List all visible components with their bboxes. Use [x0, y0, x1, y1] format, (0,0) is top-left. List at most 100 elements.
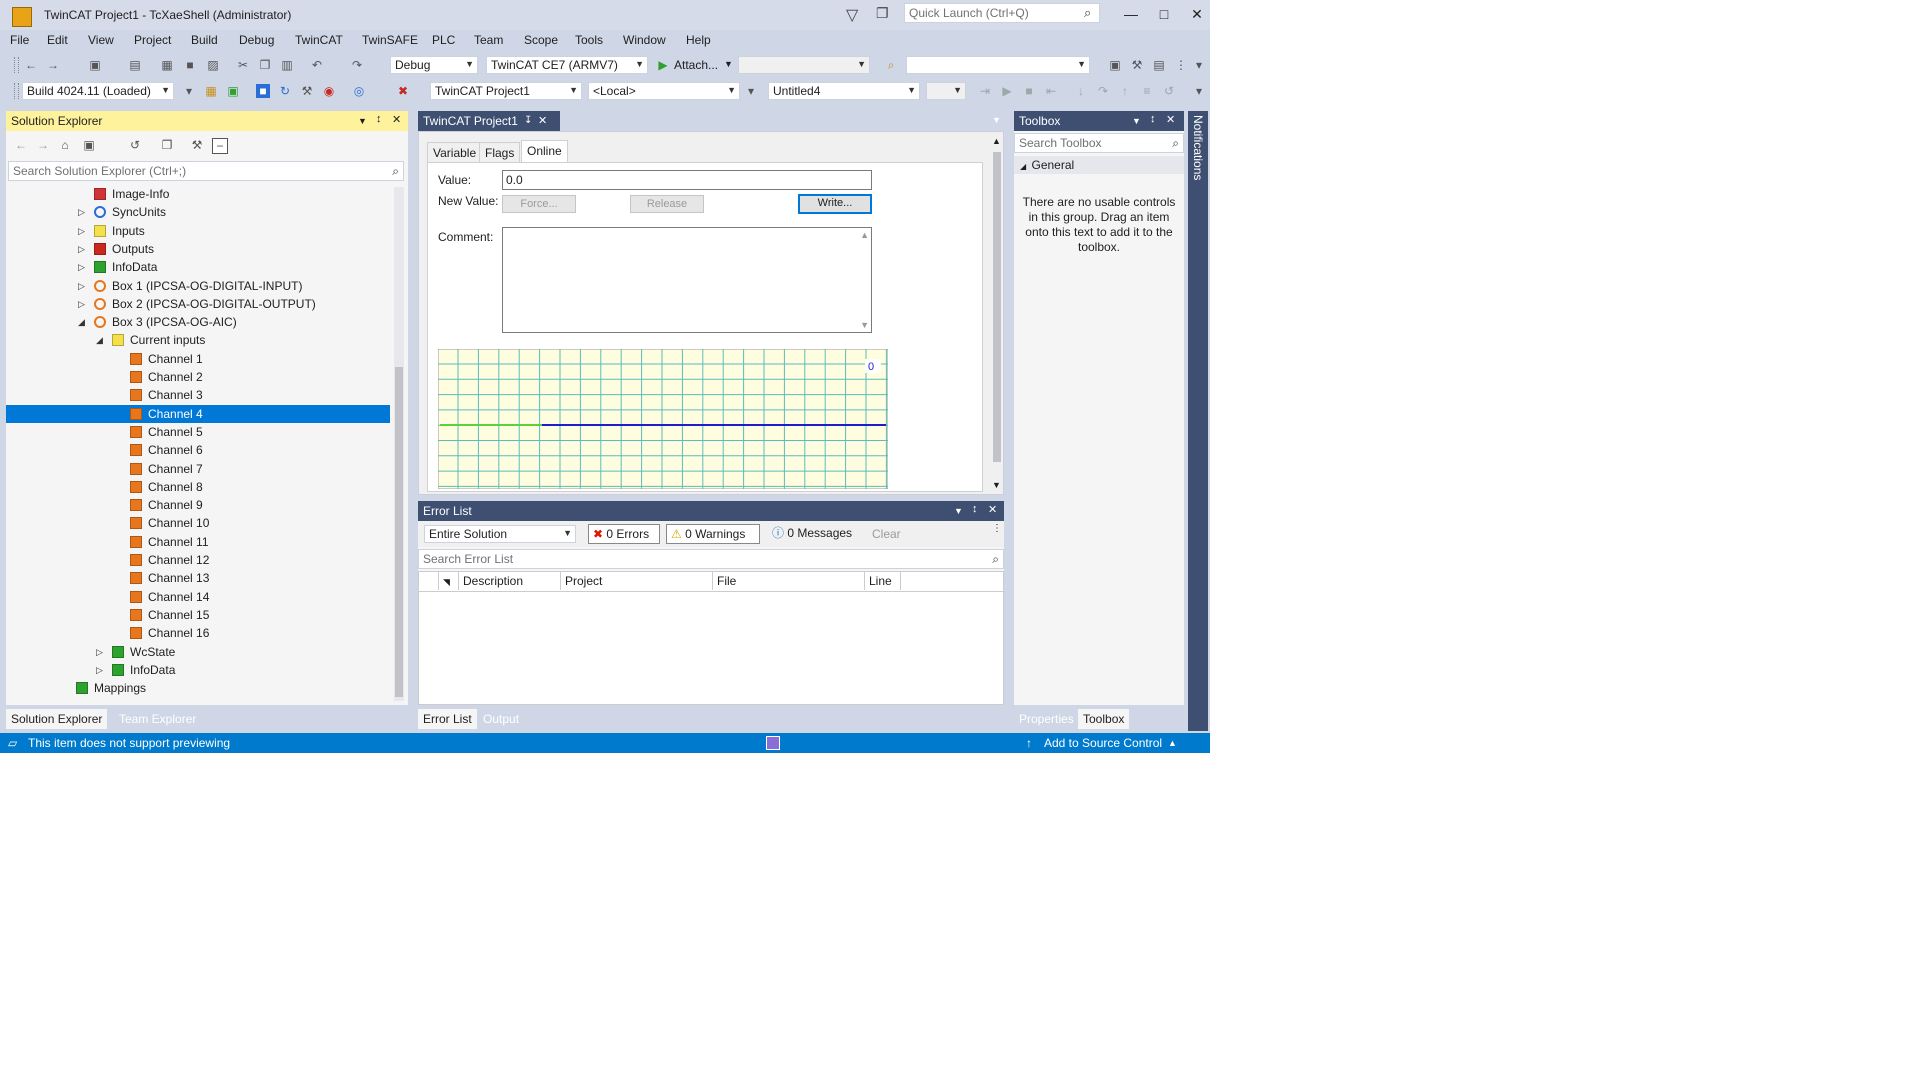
tree-item[interactable]: Channel 6	[6, 441, 390, 459]
chevron-down-icon[interactable]: ▼	[954, 506, 963, 516]
undo-icon[interactable]: ↶	[310, 58, 324, 72]
menu-plc[interactable]: PLC	[432, 33, 455, 47]
scan-icon[interactable]: ⚒	[300, 84, 314, 98]
errors-filter-button[interactable]: ✖ 0 Errors	[588, 524, 660, 544]
scrollbar-thumb[interactable]	[993, 152, 1001, 462]
column-sort[interactable]: ◥	[439, 572, 459, 590]
pin-icon[interactable]: ↕	[376, 113, 382, 125]
solution-explorer-icon[interactable]: ▣	[1108, 58, 1122, 72]
expander-icon[interactable]: ▷	[78, 240, 85, 258]
properties-icon[interactable]: ⚒	[1130, 58, 1144, 72]
toolbar-grip[interactable]	[14, 57, 19, 73]
tree-item[interactable]: Channel 13	[6, 569, 390, 587]
scrollbar-thumb[interactable]	[395, 367, 403, 697]
tree-item[interactable]: ▷ Inputs	[6, 222, 390, 240]
close-icon[interactable]: ✕	[538, 111, 547, 131]
expander-icon[interactable]: ▷	[78, 258, 85, 276]
overflow-icon[interactable]: ⋮	[1174, 58, 1188, 72]
toggle-freerun-icon[interactable]: ◉	[322, 84, 336, 98]
column-file[interactable]: File	[713, 572, 865, 590]
expander-icon[interactable]: ▷	[96, 661, 103, 679]
overflow-icon[interactable]: ⋮	[992, 523, 1002, 534]
add-to-source-control-button[interactable]: Add to Source Control	[1044, 736, 1162, 750]
tree-item[interactable]: Channel 12	[6, 551, 390, 569]
copy-icon[interactable]: ❐	[258, 58, 272, 72]
menu-build[interactable]: Build	[191, 33, 218, 47]
tree-item[interactable]: ▷ InfoData	[6, 258, 390, 276]
save-all-icon[interactable]: ▨	[206, 58, 220, 72]
back-icon[interactable]: ←	[14, 138, 28, 152]
tree-item[interactable]: ▷ Box 2 (IPCSA-OG-DIGITAL-OUTPUT)	[6, 295, 390, 313]
new-project-icon[interactable]: ▣	[88, 58, 102, 72]
menu-file[interactable]: File	[10, 33, 29, 47]
save-icon[interactable]: ■	[183, 58, 197, 72]
config-mode-icon[interactable]: ■	[256, 84, 270, 98]
collapse-all-icon[interactable]: ❐	[160, 138, 174, 152]
tree-item[interactable]: ▷ SyncUnits	[6, 203, 390, 221]
menu-window[interactable]: Window	[623, 33, 666, 47]
back-icon[interactable]: ←	[24, 58, 38, 72]
reload-devices-icon[interactable]: ↻	[278, 84, 292, 98]
filter-icon[interactable]: ▽	[846, 5, 858, 25]
clear-button[interactable]: Clear	[872, 527, 901, 541]
target-system-select[interactable]: <Local> ▼	[588, 82, 740, 100]
switch-views-icon[interactable]: ▣	[82, 138, 96, 152]
tree-item[interactable]: ▷ WcState	[6, 643, 390, 661]
forward-icon[interactable]: →	[46, 58, 60, 72]
solution-explorer-search-input[interactable]: Search Solution Explorer (Ctrl+;) ⌕	[8, 161, 404, 181]
release-button[interactable]: Release	[630, 195, 704, 213]
tree-item[interactable]: Channel 1	[6, 350, 390, 368]
project-select[interactable]: TwinCAT Project1 ▼	[430, 82, 582, 100]
column-severity[interactable]	[419, 572, 439, 590]
menu-twincat[interactable]: TwinCAT	[295, 33, 343, 47]
choose-target-icon[interactable]: ✖	[396, 84, 410, 98]
toolbox-search-input[interactable]: Search Toolbox ⌕	[1014, 133, 1184, 153]
properties-icon[interactable]: ⚒	[190, 138, 204, 152]
tree-item[interactable]: Channel 14	[6, 588, 390, 606]
tree-item[interactable]: Channel 5	[6, 423, 390, 441]
menu-project[interactable]: Project	[134, 33, 171, 47]
activity-icon[interactable]	[766, 736, 780, 750]
tree-item[interactable]: Mappings	[6, 679, 390, 697]
expander-icon[interactable]: ▷	[78, 277, 85, 295]
tree-scrollbar[interactable]	[394, 187, 404, 701]
tab-error-list[interactable]: Error List	[418, 709, 477, 729]
tree-item[interactable]: Channel 3	[6, 386, 390, 404]
expander-icon[interactable]: ▷	[78, 203, 85, 221]
attach-button[interactable]: Attach...	[674, 58, 718, 72]
document-scrollbar[interactable]: ▲ ▼	[991, 136, 1003, 492]
notifications-tab[interactable]: Notifications	[1191, 111, 1205, 180]
overflow-icon[interactable]: ▾	[182, 84, 196, 98]
scroll-up-icon[interactable]: ▲	[860, 230, 869, 240]
tab-toolbox[interactable]: Toolbox	[1078, 709, 1130, 729]
chevron-down-icon[interactable]: ▼	[1132, 116, 1141, 126]
close-icon[interactable]: ✕	[392, 113, 401, 126]
tab-output[interactable]: Output	[478, 709, 524, 729]
find-combo[interactable]: ▼	[906, 56, 1090, 74]
chevron-up-icon[interactable]: ▲	[1168, 738, 1177, 748]
menu-team[interactable]: Team	[474, 33, 503, 47]
tree-item[interactable]: Channel 2	[6, 368, 390, 386]
expander-icon[interactable]: ◢	[96, 331, 103, 349]
close-icon[interactable]: ✕	[988, 503, 997, 516]
menu-edit[interactable]: Edit	[47, 33, 68, 47]
column-project[interactable]: Project	[561, 572, 713, 590]
tab-properties[interactable]: Properties	[1014, 709, 1079, 729]
platform-select[interactable]: TwinCAT CE7 (ARMV7) ▼	[486, 56, 648, 74]
menu-twinsafe[interactable]: TwinSAFE	[362, 33, 418, 47]
force-button[interactable]: Force...	[502, 195, 576, 213]
minimize-button[interactable]: —	[1116, 4, 1146, 24]
tree-item[interactable]: ◢ Current inputs	[6, 331, 390, 349]
scroll-down-icon[interactable]: ▼	[992, 480, 1001, 490]
scroll-up-icon[interactable]: ▲	[992, 136, 1001, 146]
overflow-icon[interactable]: ▾	[744, 84, 758, 98]
tree-item[interactable]: Image-Info	[6, 185, 390, 203]
column-description[interactable]: Description	[459, 572, 561, 590]
error-scope-select[interactable]: Entire Solution ▼	[424, 525, 576, 543]
tree-item[interactable]: ▷ InfoData	[6, 661, 390, 679]
tree-item[interactable]: Channel 15	[6, 606, 390, 624]
tab-twincat-project1[interactable]: TwinCAT Project1 ↧ ✕	[418, 111, 560, 131]
customize-icon[interactable]: ▾	[1192, 58, 1206, 72]
close-button[interactable]: ✕	[1182, 4, 1210, 24]
tree-item[interactable]: ▷ Box 1 (IPCSA-OG-DIGITAL-INPUT)	[6, 277, 390, 295]
